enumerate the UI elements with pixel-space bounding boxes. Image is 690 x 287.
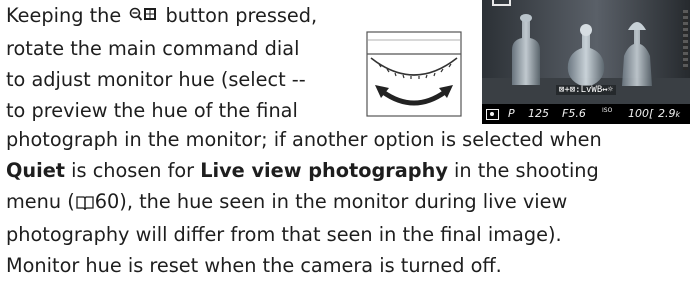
quiet-setting-label: Quiet [6, 159, 66, 182]
book-icon [76, 188, 94, 219]
zoom-out-thumbnail-icon [129, 2, 157, 33]
page-reference: 60 [94, 190, 120, 213]
body-line-3-end: ), the hue seen in the monitor during li… [119, 190, 568, 213]
intro-line-3: to adjust monitor hue (select -- [6, 68, 306, 91]
body-line-2-end: in the shooting [447, 159, 599, 182]
shutter-speed: 125 [528, 107, 549, 120]
body-line-5: Monitor hue is reset when the camera is … [6, 254, 502, 277]
body-line-2: Quiet is chosen for Live view photograph… [6, 155, 690, 186]
monitor-hue-overlay-label: ⊠+⊠:LvWB↔☼ [482, 85, 690, 95]
body-line-4: photography will differ from that seen i… [6, 223, 562, 246]
live-view-monitor: ⊠+⊠:LvWB↔☼ P 125 F5.6 ISO 100[ 2.9k [482, 0, 690, 124]
af-area-frame [492, 0, 511, 6]
intro-line-1: Keeping the button pressed, [6, 0, 366, 33]
body-line-2-mid: is chosen for [65, 159, 201, 182]
metering-icon [486, 109, 499, 120]
intro-line-2: rotate the main command dial [6, 37, 300, 60]
intro-line-4: to preview the hue of the final [6, 99, 298, 122]
intro-line-1-end: button pressed, [159, 4, 318, 27]
command-dial-icon [365, 30, 463, 118]
body-line-3: menu ( 60), the hue seen in the monitor d… [6, 186, 690, 219]
intro-paragraph: Keeping the button pressed, rotate the m… [6, 0, 366, 126]
exposure-indicator-strip [683, 10, 688, 70]
live-view-photography-label: Live view photography [200, 159, 448, 182]
iso-label: ISO [602, 107, 613, 114]
exposure-mode: P [508, 107, 515, 120]
monitor-status-bar: P 125 F5.6 ISO 100[ 2.9k [482, 104, 690, 124]
frames-remaining: 100[ [628, 107, 654, 120]
intro-line-1-start: Keeping the [6, 4, 128, 27]
aperture: F5.6 [562, 107, 586, 120]
buffer-capacity: 2.9k [658, 107, 681, 120]
body-paragraph: photograph in the monitor; if another op… [6, 124, 690, 281]
body-line-3-start: menu ( [6, 190, 75, 213]
body-line-1: photograph in the monitor; if another op… [6, 128, 602, 151]
